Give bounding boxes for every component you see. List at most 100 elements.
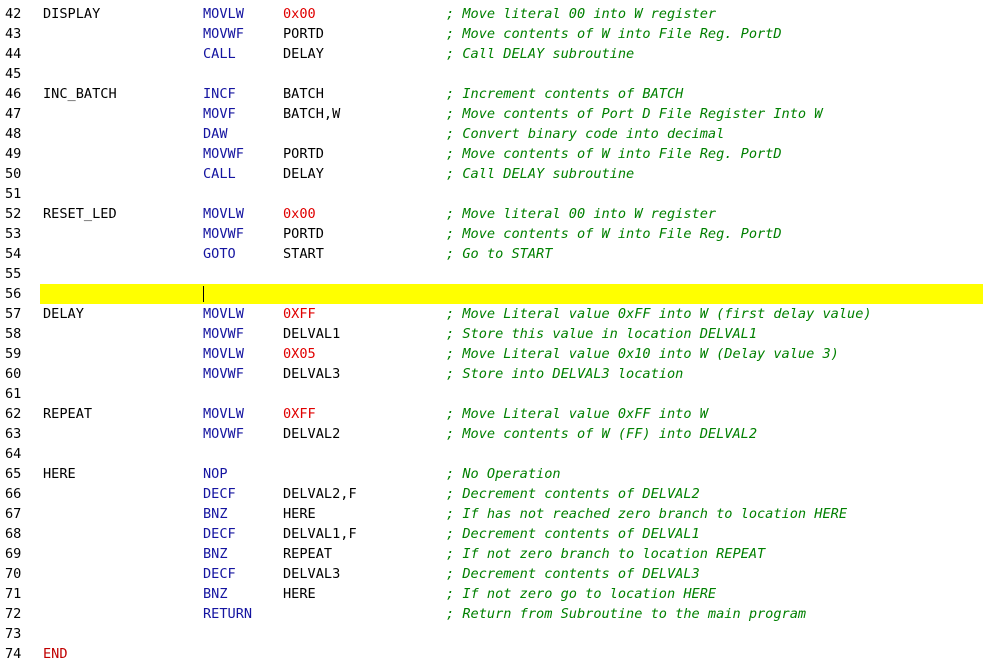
instruction-mnemonic: MOVLW <box>203 406 244 422</box>
code-comment: ; Move literal 00 into W register <box>446 206 717 222</box>
code-line[interactable]: 63 MOVWF DELVAL2 ; Move contents of W (FF) … <box>0 424 983 444</box>
instruction-mnemonic: MOVWF <box>203 146 244 162</box>
line-number: 69 <box>5 546 22 562</box>
line-number: 54 <box>5 246 22 262</box>
instruction-mnemonic: BNZ <box>203 546 228 562</box>
instruction-mnemonic: CALL <box>203 46 236 62</box>
code-label: INC_BATCH <box>43 86 117 102</box>
code-line[interactable]: 45 <box>0 64 983 84</box>
numeric-literal: 0XFF <box>283 406 316 422</box>
instruction-operand: DELVAL1 <box>283 326 341 342</box>
instruction-mnemonic: NOP <box>203 466 228 482</box>
line-number: 73 <box>5 626 22 642</box>
instruction-operand: HERE <box>283 506 316 522</box>
code-comment: ; Move contents of W into File Reg. Port… <box>446 226 782 242</box>
numeric-literal: 0x00 <box>283 6 316 22</box>
code-comment: ; Call DELAY subroutine <box>446 46 635 62</box>
instruction-mnemonic: DAW <box>203 126 228 142</box>
line-number: 57 <box>5 306 22 322</box>
code-line[interactable]: 58 MOVWF DELVAL1 ; Store this value in loca… <box>0 324 983 344</box>
line-number: 64 <box>5 446 22 462</box>
instruction-mnemonic: DECF <box>203 566 236 582</box>
line-number: 62 <box>5 406 22 422</box>
line-number: 68 <box>5 526 22 542</box>
code-line[interactable]: 50 CALL DELAY ; Call DELAY subroutine <box>0 164 983 184</box>
code-line[interactable]: 42 DISPLAY MOVLW 0x00 ; Move literal 00 into… <box>0 4 983 24</box>
code-line[interactable]: 49 MOVWF PORTD ; Move contents of W into Fi… <box>0 144 983 164</box>
code-comment: ; If not zero go to location HERE <box>446 586 717 602</box>
line-number: 45 <box>5 66 22 82</box>
code-line[interactable]: 72 RETURN ; Return from Subroutine to the … <box>0 604 983 624</box>
code-line[interactable]: 57 DELAY MOVLW 0XFF ; Move Literal value 0xF… <box>0 304 983 324</box>
line-number: 60 <box>5 366 22 382</box>
code-comment: ; Increment contents of BATCH <box>446 86 684 102</box>
instruction-operand: BATCH,W <box>283 106 341 122</box>
code-line[interactable]: 62 REPEAT MOVLW 0XFF ; Move Literal value 0x… <box>0 404 983 424</box>
code-editor[interactable]: 42 DISPLAY MOVLW 0x00 ; Move literal 00 into… <box>0 4 983 664</box>
instruction-operand: PORTD <box>283 226 324 242</box>
instruction-operand: BATCH <box>283 86 324 102</box>
code-line[interactable]: 43 MOVWF PORTD ; Move contents of W into Fi… <box>0 24 983 44</box>
line-number: 49 <box>5 146 22 162</box>
instruction-mnemonic: DECF <box>203 526 236 542</box>
code-line[interactable]: 47 MOVF BATCH,W ; Move contents of Port D F… <box>0 104 983 124</box>
code-line[interactable]: 65 HERE NOP ; No Operation <box>0 464 983 484</box>
text-cursor <box>203 286 204 302</box>
code-comment: ; Move literal 00 into W register <box>446 6 717 22</box>
code-comment: ; Move contents of W into File Reg. Port… <box>446 146 782 162</box>
line-number: 46 <box>5 86 22 102</box>
line-number: 56 <box>5 286 22 302</box>
instruction-mnemonic: MOVWF <box>203 26 244 42</box>
line-number: 63 <box>5 426 22 442</box>
instruction-mnemonic: MOVF <box>203 106 236 122</box>
code-line[interactable]: 73 <box>0 624 983 644</box>
code-line[interactable]: 70 DECF DELVAL3 ; Decrement contents of DEL… <box>0 564 983 584</box>
instruction-mnemonic: BNZ <box>203 586 228 602</box>
code-line[interactable]: 74 END <box>0 644 983 664</box>
code-line[interactable]: 69 BNZ REPEAT ; If not zero branch to locat… <box>0 544 983 564</box>
numeric-literal: 0X05 <box>283 346 316 362</box>
code-line[interactable]: 66 DECF DELVAL2,F ; Decrement contents of D… <box>0 484 983 504</box>
line-number: 66 <box>5 486 22 502</box>
code-comment: ; Move contents of W (FF) into DELVAL2 <box>446 426 757 442</box>
code-line[interactable]: 46 INC_BATCH INCF BATCH ; Increment contents… <box>0 84 983 104</box>
code-line[interactable]: 67 BNZ HERE ; If has not reached zero branc… <box>0 504 983 524</box>
code-comment: ; Move contents of W into File Reg. Port… <box>446 26 782 42</box>
instruction-mnemonic: INCF <box>203 86 236 102</box>
code-line[interactable]: 64 <box>0 444 983 464</box>
code-line[interactable]: 61 <box>0 384 983 404</box>
code-comment: ; Store into DELVAL3 location <box>446 366 684 382</box>
line-number: 44 <box>5 46 22 62</box>
code-line[interactable]: 59 MOVLW 0X05 ; Move Literal value 0x10 int… <box>0 344 983 364</box>
code-comment: ; Return from Subroutine to the main pro… <box>446 606 807 622</box>
current-line[interactable]: 56 <box>0 284 983 304</box>
code-line[interactable]: 52 RESET_LED MOVLW 0x00 ; Move literal 00 in… <box>0 204 983 224</box>
line-number: 71 <box>5 586 22 602</box>
code-comment: ; Move Literal value 0xFF into W <box>446 406 708 422</box>
code-comment: ; Decrement contents of DELVAL2 <box>446 486 700 502</box>
code-line[interactable]: 48 DAW ; Convert binary code into decimal <box>0 124 983 144</box>
instruction-operand: PORTD <box>283 26 324 42</box>
instruction-operand: PORTD <box>283 146 324 162</box>
code-line[interactable]: 55 <box>0 264 983 284</box>
line-number: 47 <box>5 106 22 122</box>
code-comment: ; Decrement contents of DELVAL3 <box>446 566 700 582</box>
instruction-operand: DELVAL2 <box>283 426 341 442</box>
instruction-mnemonic: MOVWF <box>203 426 244 442</box>
code-line[interactable]: 71 BNZ HERE ; If not zero go to location HE… <box>0 584 983 604</box>
instruction-mnemonic: CALL <box>203 166 236 182</box>
code-comment: ; If not zero branch to location REPEAT <box>446 546 766 562</box>
code-line[interactable]: 68 DECF DELVAL1,F ; Decrement contents of D… <box>0 524 983 544</box>
numeric-literal: 0XFF <box>283 306 316 322</box>
code-line[interactable]: 51 <box>0 184 983 204</box>
code-comment: ; Go to START <box>446 246 553 262</box>
line-number: 58 <box>5 326 22 342</box>
instruction-mnemonic: GOTO <box>203 246 236 262</box>
code-label: REPEAT <box>43 406 93 422</box>
code-line[interactable]: 44 CALL DELAY ; Call DELAY subroutine <box>0 44 983 64</box>
numeric-literal: 0x00 <box>283 206 316 222</box>
code-line[interactable]: 53 MOVWF PORTD ; Move contents of W into Fi… <box>0 224 983 244</box>
code-line[interactable]: 60 MOVWF DELVAL3 ; Store into DELVAL3 locat… <box>0 364 983 384</box>
code-label: DISPLAY <box>43 6 101 22</box>
code-line[interactable]: 54 GOTO START ; Go to START <box>0 244 983 264</box>
